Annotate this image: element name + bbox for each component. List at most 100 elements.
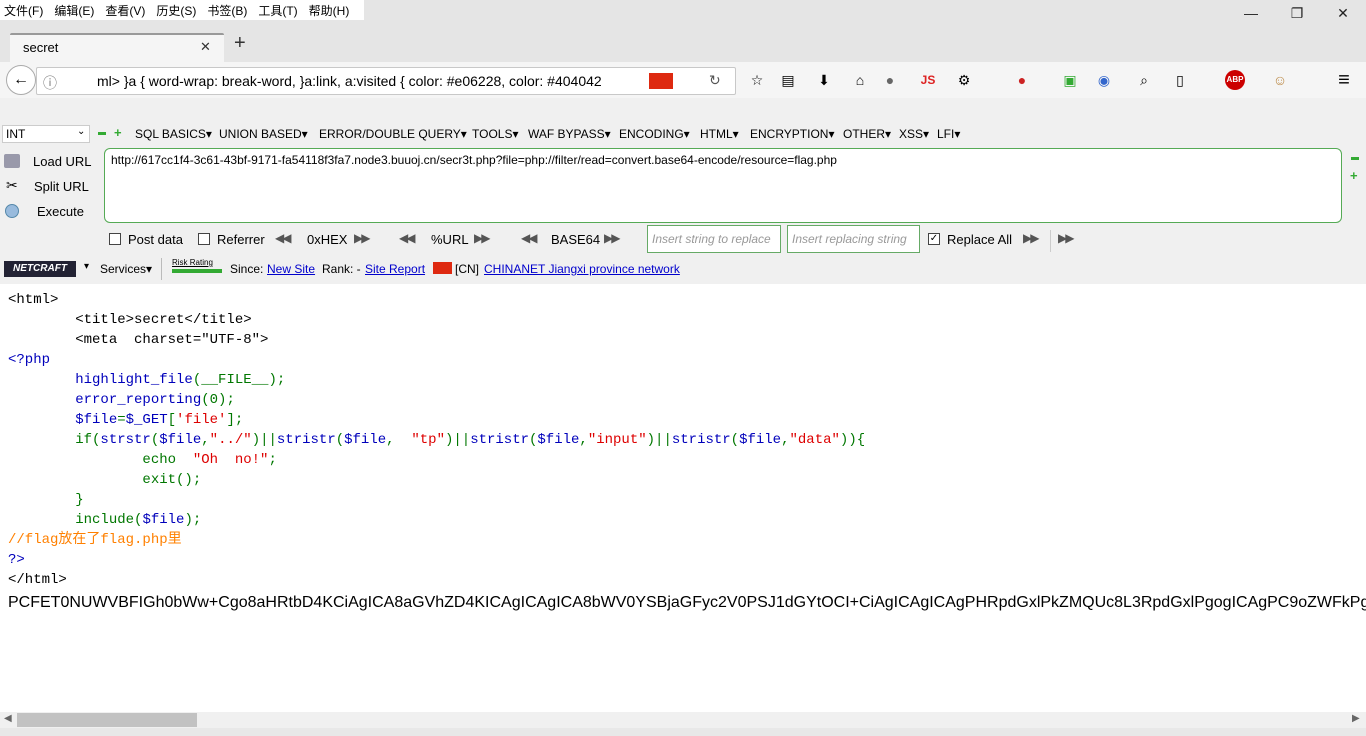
menu-bookmarks[interactable]: 书签(B) — [207, 2, 247, 19]
code-token: include — [8, 512, 135, 528]
menu-tools-hb[interactable]: TOOLS▾ — [472, 127, 518, 141]
hackbar-url-textarea[interactable]: http://617cc1f4-3c61-43bf-9171-fa54118f3… — [104, 148, 1342, 223]
divider — [1050, 230, 1051, 252]
menu-encoding[interactable]: ENCODING▾ — [619, 127, 690, 141]
back-button[interactable]: ← — [6, 65, 36, 95]
code-token: $file — [159, 432, 202, 448]
type-select-value: INT — [6, 127, 26, 141]
code-token: echo — [8, 452, 193, 468]
expand-icon[interactable]: + — [114, 125, 122, 140]
menu-view[interactable]: 查看(V) — [105, 2, 145, 19]
menu-help[interactable]: 帮助(H) — [309, 2, 350, 19]
code-token: stristr — [470, 432, 529, 448]
split-url-button[interactable]: ✂ Split URL — [4, 177, 96, 197]
scissors-icon: ✂ — [6, 177, 18, 193]
site-report-link[interactable]: Site Report — [365, 262, 425, 276]
url-expand-icon[interactable]: + — [1350, 168, 1358, 183]
base64-decode-arrow-icon[interactable]: ◀◀ — [521, 231, 538, 245]
scrollbar-thumb[interactable] — [17, 713, 197, 727]
code-token: "data" — [789, 432, 840, 448]
code-token: ); — [184, 512, 202, 528]
menu-edit[interactable]: 编辑(E) — [54, 2, 94, 19]
info-icon[interactable]: ⓘ — [43, 73, 57, 93]
adblock-icon[interactable]: ABP — [1225, 70, 1245, 90]
reader-view-icon[interactable]: ▤ — [778, 70, 798, 90]
face-addon-icon[interactable]: ☺ — [1270, 70, 1290, 90]
new-tab-button[interactable]: + — [234, 32, 246, 55]
menu-lfi[interactable]: LFI▾ — [937, 127, 960, 141]
menu-xss[interactable]: XSS▾ — [899, 127, 929, 141]
code-token: ( — [335, 432, 345, 448]
scroll-right-icon[interactable]: ▶ — [1352, 713, 1360, 724]
hex-encode-arrow-icon[interactable]: ▶▶ — [354, 231, 371, 245]
hex-decode-arrow-icon[interactable]: ◀◀ — [275, 231, 292, 245]
menu-html[interactable]: HTML▾ — [700, 127, 739, 141]
translate-icon[interactable]: ◉ — [1094, 70, 1114, 90]
insert-replacing-input[interactable]: Insert replacing string — [787, 225, 920, 253]
restore-button[interactable]: ❐ — [1285, 3, 1309, 23]
image-tool-icon[interactable]: ▣ — [1060, 70, 1080, 90]
network-link[interactable]: CHINANET Jiangxi province network — [484, 262, 680, 276]
js-toggle-icon[interactable]: JS — [918, 70, 938, 90]
url-encode-label: %URL — [431, 232, 469, 247]
url-decode-arrow-icon[interactable]: ◀◀ — [399, 231, 416, 245]
url-collapse-icon[interactable] — [1351, 157, 1359, 160]
menu-encryption[interactable]: ENCRYPTION▾ — [750, 127, 834, 141]
menu-tools[interactable]: 工具(T) — [258, 2, 297, 19]
menu-history[interactable]: 历史(S) — [156, 2, 196, 19]
services-menu[interactable]: Services▾ — [100, 262, 152, 276]
post-data-checkbox[interactable] — [109, 233, 121, 245]
reload-icon[interactable]: ↻ — [709, 72, 721, 89]
code-token: highlight_file — [8, 372, 193, 388]
status-bar — [0, 728, 1366, 736]
referrer-checkbox[interactable] — [198, 233, 210, 245]
code-line: <html> — [8, 292, 59, 308]
menu-waf-bypass[interactable]: WAF BYPASS▾ — [528, 127, 611, 141]
since-link[interactable]: New Site — [267, 262, 315, 276]
netcraft-logo[interactable]: NETCRAFT — [4, 261, 76, 277]
menu-sql-basics[interactable]: SQL BASICS▾ — [135, 127, 212, 141]
code-token: (0); — [201, 392, 235, 408]
menu-error-double-query[interactable]: ERROR/DOUBLE QUERY▾ — [319, 127, 467, 141]
base64-encode-arrow-icon[interactable]: ▶▶ — [604, 231, 621, 245]
download-icon[interactable]: ⬇ — [814, 70, 834, 90]
globe-icon[interactable]: ● — [880, 70, 900, 90]
tab-secret[interactable]: secret ✕ — [10, 33, 224, 62]
logo-chevron-icon[interactable]: ▾ — [84, 261, 89, 272]
scroll-left-icon[interactable]: ◀ — [4, 713, 12, 724]
type-select[interactable]: INT ⌄ — [2, 125, 90, 143]
sidebar-icon[interactable]: ▯ — [1170, 70, 1190, 90]
close-window-button[interactable]: ✕ — [1331, 3, 1355, 23]
url-encode-arrow-icon[interactable]: ▶▶ — [474, 231, 491, 245]
replace-left-arrow-icon[interactable]: ▶▶ — [1058, 231, 1075, 245]
bookmark-star-icon[interactable]: ☆ — [747, 70, 767, 90]
horizontal-scrollbar[interactable]: ◀ ▶ — [0, 712, 1366, 728]
collapse-icon[interactable] — [98, 132, 106, 135]
settings-icon[interactable]: ⚙ — [954, 70, 974, 90]
minimize-button[interactable]: — — [1239, 3, 1263, 23]
replace-right-arrow-icon[interactable]: ▶▶ — [1023, 231, 1040, 245]
execute-button[interactable]: Execute — [4, 202, 96, 222]
replace-all-checkbox[interactable]: ✓ — [928, 233, 940, 245]
code-line: <title>secret</title> — [8, 312, 252, 328]
address-bar[interactable]: ⓘ ml> }a { word-wrap: break-word, }a:lin… — [36, 67, 736, 95]
tab-strip: secret ✕ + — [0, 26, 1366, 62]
code-token: , — [201, 432, 210, 448]
china-flag-icon — [649, 73, 673, 89]
code-token: , — [781, 432, 790, 448]
code-token: strstr — [100, 432, 151, 448]
navigation-bar: ← ⓘ ml> }a { word-wrap: break-word, }a:l… — [0, 62, 1366, 98]
menu-file[interactable]: 文件(F) — [4, 2, 43, 19]
code-token: = — [117, 412, 126, 428]
insert-string-input[interactable]: Insert string to replace — [647, 225, 781, 253]
php-source-code: <html> <title>secret</title> <meta chars… — [0, 290, 1366, 590]
menu-union-based[interactable]: UNION BASED▾ — [219, 127, 308, 141]
menu-other[interactable]: OTHER▾ — [843, 127, 891, 141]
search-icon[interactable]: ⌕ — [1134, 70, 1154, 90]
hamburger-menu-icon[interactable]: ≡ — [1334, 70, 1354, 90]
cn-flag-icon — [433, 262, 452, 274]
addon-red-icon[interactable]: ● — [1012, 70, 1032, 90]
load-url-button[interactable]: Load URL — [4, 152, 96, 172]
tab-close-icon[interactable]: ✕ — [200, 39, 211, 55]
home-icon[interactable]: ⌂ — [850, 70, 870, 90]
